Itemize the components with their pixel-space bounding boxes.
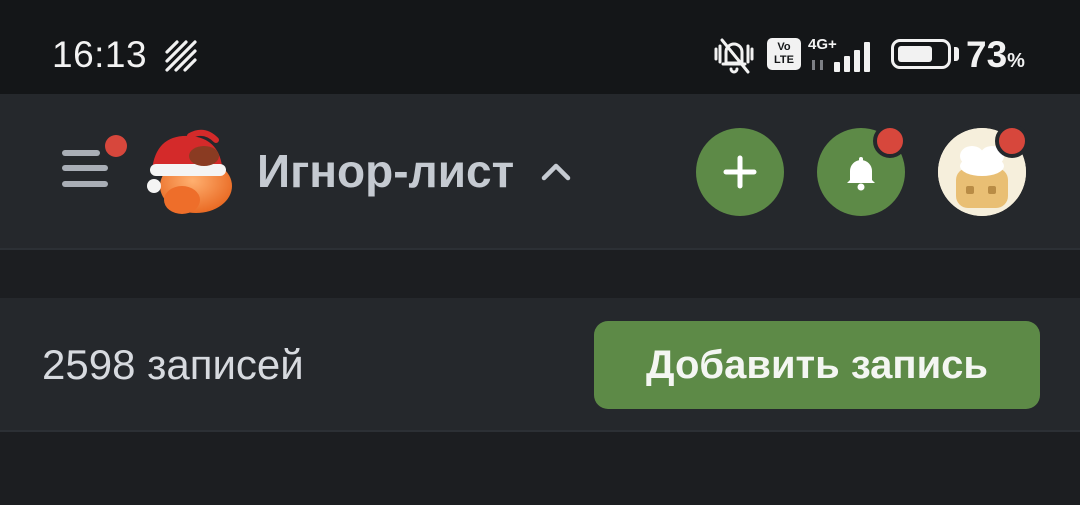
logo-santa-hat[interactable] xyxy=(138,126,238,218)
menu-icon-line xyxy=(62,165,108,171)
battery-fill xyxy=(898,46,932,62)
app-header: Игнор-лист xyxy=(0,94,1080,250)
records-count: 2598 записей xyxy=(42,341,304,388)
bell-notification-dot xyxy=(873,124,907,158)
notifications-button[interactable] xyxy=(817,124,907,216)
section-gap xyxy=(0,250,1080,298)
menu-button[interactable] xyxy=(58,134,130,204)
battery-icon xyxy=(891,39,951,69)
records-toolbar: 2598 записей Добавить запись xyxy=(0,298,1080,432)
clock: 16:13 xyxy=(52,34,148,75)
menu-icon-line xyxy=(62,150,100,156)
battery-percent: 73% xyxy=(966,34,1025,75)
plus-icon xyxy=(723,155,757,189)
menu-icon-line xyxy=(62,181,108,187)
avatar-notification-dot xyxy=(995,124,1029,158)
app-screen: 16:13 Vo LTE 4G+ 73% Игнор-лист 2598 зап… xyxy=(0,0,1080,505)
add-record-button[interactable]: Добавить запись xyxy=(594,321,1040,409)
menu-notification-dot xyxy=(105,135,127,157)
volte-icon: Vo LTE xyxy=(767,38,801,70)
page-title[interactable]: Игнор-лист xyxy=(257,144,514,198)
add-button[interactable] xyxy=(696,128,784,216)
battery-tip xyxy=(954,47,959,61)
mute-icon xyxy=(714,38,754,74)
status-bar: 16:13 Vo LTE 4G+ 73% xyxy=(0,0,1080,94)
sync-icon xyxy=(165,40,197,72)
chevron-up-icon[interactable] xyxy=(540,160,572,182)
signal-icon xyxy=(812,42,870,72)
